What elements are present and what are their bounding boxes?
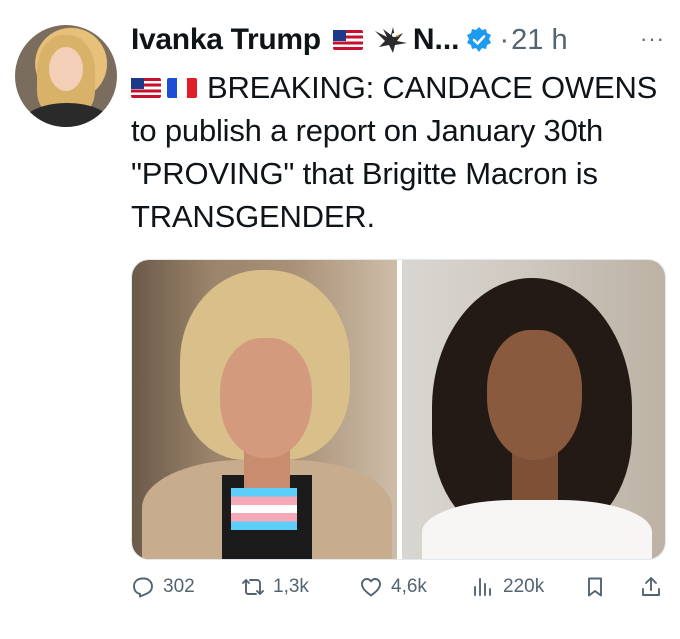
tweet-text: BREAKING: CANDACE OWENS to publish a rep… (131, 66, 671, 238)
verified-badge-icon (465, 26, 493, 54)
face (220, 338, 312, 458)
reply-icon (133, 577, 153, 598)
author-name[interactable]: Ivanka Trump (131, 23, 321, 57)
like-button[interactable]: 4,6k (359, 575, 427, 599)
us-flag-icon (332, 30, 363, 50)
action-bar: 302 1,3k 4,6k 220k (131, 575, 666, 611)
reply-count: 302 (163, 576, 195, 597)
face (487, 330, 582, 460)
tweet[interactable]: Ivanka Trump N... · 21 h ··· BREAKING: C… (0, 0, 680, 639)
author-name-truncated[interactable]: N... (413, 23, 460, 57)
retweet-button[interactable]: 1,3k (241, 575, 309, 599)
post-time[interactable]: 21 h (511, 24, 567, 57)
fr-flag-icon (167, 77, 197, 98)
jacket (422, 500, 652, 559)
views-count: 220k (503, 576, 545, 597)
media-grid (131, 259, 666, 560)
retweet-count: 1,3k (273, 576, 309, 597)
eagle-icon (373, 25, 409, 55)
like-count: 4,6k (391, 576, 427, 597)
avatar-face (49, 47, 83, 91)
photo-right[interactable] (402, 260, 665, 559)
heart-icon (361, 578, 381, 597)
views-icon (474, 578, 491, 596)
photo-left[interactable] (132, 260, 397, 559)
reply-button[interactable]: 302 (131, 575, 195, 599)
avatar-shoulder (23, 103, 111, 127)
tweet-body: BREAKING: CANDACE OWENS to publish a rep… (131, 70, 658, 234)
time-separator: · (499, 23, 510, 56)
tweet-header: Ivanka Trump N... · 21 h (131, 20, 568, 60)
share-icon (642, 577, 660, 596)
retweet-icon (242, 579, 264, 595)
share-button[interactable] (639, 575, 663, 599)
flags-group (131, 77, 197, 98)
more-options-icon[interactable]: ··· (640, 26, 665, 52)
bookmark-button[interactable] (583, 575, 607, 599)
us-flag-icon (131, 77, 161, 98)
avatar[interactable] (15, 25, 117, 127)
bookmark-icon (588, 577, 602, 597)
transgender-flag-icon (231, 488, 297, 530)
views-button[interactable]: 220k (471, 575, 544, 599)
